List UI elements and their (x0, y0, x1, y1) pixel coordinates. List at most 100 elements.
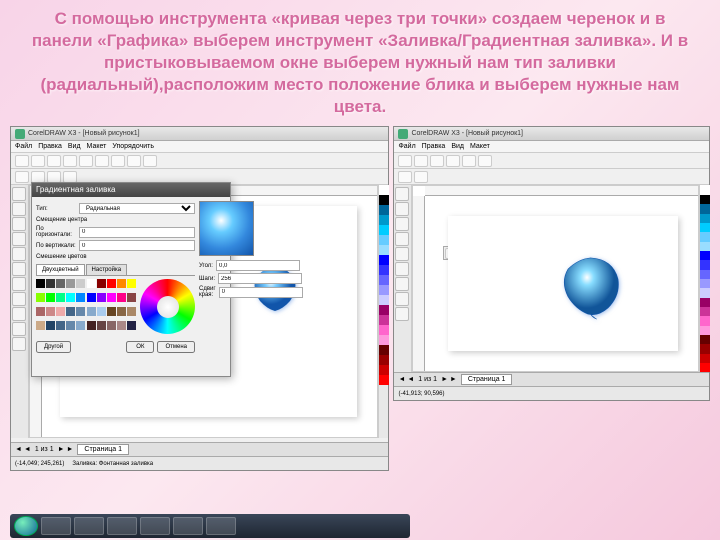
freehand-tool[interactable] (12, 247, 26, 261)
swatch[interactable] (66, 321, 75, 330)
swatch[interactable] (36, 307, 45, 316)
leaf-shape[interactable] (553, 251, 628, 321)
menubar[interactable]: Файл Правка Вид Макет (394, 141, 709, 153)
zoom-tool[interactable] (395, 232, 409, 246)
palette-color[interactable] (379, 365, 389, 375)
palette-color[interactable] (379, 215, 389, 225)
swatch[interactable] (56, 293, 65, 302)
pick-tool[interactable] (12, 187, 26, 201)
swatch[interactable] (46, 293, 55, 302)
palette-color[interactable] (379, 255, 389, 265)
angle-input[interactable] (216, 260, 300, 271)
swatch[interactable] (76, 293, 85, 302)
taskbar-item[interactable] (206, 517, 236, 535)
swatch[interactable] (117, 279, 126, 288)
copy-button[interactable] (478, 155, 492, 167)
palette-color[interactable] (379, 195, 389, 205)
swatch[interactable] (117, 293, 126, 302)
palette-color[interactable] (379, 235, 389, 245)
color-palette[interactable] (699, 185, 709, 372)
swatch[interactable] (87, 293, 96, 302)
palette-color[interactable] (700, 270, 710, 279)
palette-color[interactable] (700, 316, 710, 325)
palette-color[interactable] (700, 251, 710, 260)
print-button[interactable] (446, 155, 460, 167)
undo-button[interactable] (127, 155, 141, 167)
swatch[interactable] (117, 321, 126, 330)
redo-button[interactable] (143, 155, 157, 167)
taskbar-item[interactable] (173, 517, 203, 535)
tab-twocolor[interactable]: Двухцветный (36, 264, 85, 275)
menu-layout[interactable]: Макет (87, 143, 107, 150)
palette-color[interactable] (700, 279, 710, 288)
ok-button[interactable]: ОК (126, 341, 154, 353)
swatch[interactable] (66, 279, 75, 288)
swatch[interactable] (107, 307, 116, 316)
crop-tool[interactable] (12, 217, 26, 231)
outline-tool[interactable] (12, 337, 26, 351)
paste-button[interactable] (111, 155, 125, 167)
page-nav-arrows[interactable]: ◄ ◄ (15, 446, 31, 453)
prop-btn[interactable] (31, 171, 45, 183)
palette-color[interactable] (379, 305, 389, 315)
drawing-canvas[interactable]: Кривая через 3 точки (412, 185, 699, 372)
tab-custom[interactable]: Настройка (86, 264, 128, 275)
swatch[interactable] (107, 321, 116, 330)
zoom-tool[interactable] (12, 232, 26, 246)
ellipse-tool[interactable] (395, 277, 409, 291)
palette-color[interactable] (379, 335, 389, 345)
menu-arrange[interactable]: Упорядочить (112, 143, 154, 150)
shape-tool[interactable] (12, 202, 26, 216)
color-palette[interactable] (378, 185, 388, 438)
y-input[interactable] (79, 240, 195, 251)
swatch[interactable] (127, 321, 136, 330)
palette-color[interactable] (700, 335, 710, 344)
menu-edit[interactable]: Правка (38, 143, 62, 150)
palette-color[interactable] (379, 265, 389, 275)
swatch[interactable] (127, 279, 136, 288)
prop-btn[interactable] (398, 171, 412, 183)
shape-tool[interactable] (395, 202, 409, 216)
palette-color[interactable] (379, 345, 389, 355)
palette-color[interactable] (700, 307, 710, 316)
fill-tool[interactable] (395, 307, 409, 321)
palette-color[interactable] (700, 298, 710, 307)
swatch[interactable] (36, 279, 45, 288)
pad-input[interactable] (219, 287, 303, 298)
menu-file[interactable]: Файл (15, 143, 32, 150)
page-tab[interactable]: Страница 1 (461, 374, 513, 385)
new-button[interactable] (398, 155, 412, 167)
swatch[interactable] (97, 321, 106, 330)
swatch[interactable] (76, 279, 85, 288)
palette-color[interactable] (379, 325, 389, 335)
palette-color[interactable] (700, 288, 710, 297)
new-button[interactable] (15, 155, 29, 167)
fill-tool[interactable] (12, 322, 26, 336)
swatch[interactable] (127, 307, 136, 316)
palette-color[interactable] (700, 214, 710, 223)
start-button[interactable] (14, 516, 38, 536)
palette-color[interactable] (700, 363, 710, 372)
swatch[interactable] (76, 321, 85, 330)
open-button[interactable] (31, 155, 45, 167)
text-tool[interactable] (395, 292, 409, 306)
steps-input[interactable] (218, 273, 302, 284)
palette-color[interactable] (700, 354, 710, 363)
print-button[interactable] (63, 155, 77, 167)
cut-button[interactable] (462, 155, 476, 167)
menu-layout[interactable]: Макет (470, 143, 490, 150)
open-button[interactable] (414, 155, 428, 167)
palette-color[interactable] (700, 195, 710, 204)
swatch[interactable] (107, 279, 116, 288)
pick-tool[interactable] (395, 187, 409, 201)
swatch[interactable] (87, 321, 96, 330)
palette-color[interactable] (379, 245, 389, 255)
palette-color[interactable] (700, 232, 710, 241)
menu-view[interactable]: Вид (68, 143, 81, 150)
palette-color[interactable] (379, 375, 389, 385)
taskbar-item[interactable] (74, 517, 104, 535)
palette-color[interactable] (379, 225, 389, 235)
palette-color[interactable] (700, 185, 710, 194)
color-swatches[interactable] (36, 279, 136, 334)
menu-file[interactable]: Файл (398, 143, 415, 150)
